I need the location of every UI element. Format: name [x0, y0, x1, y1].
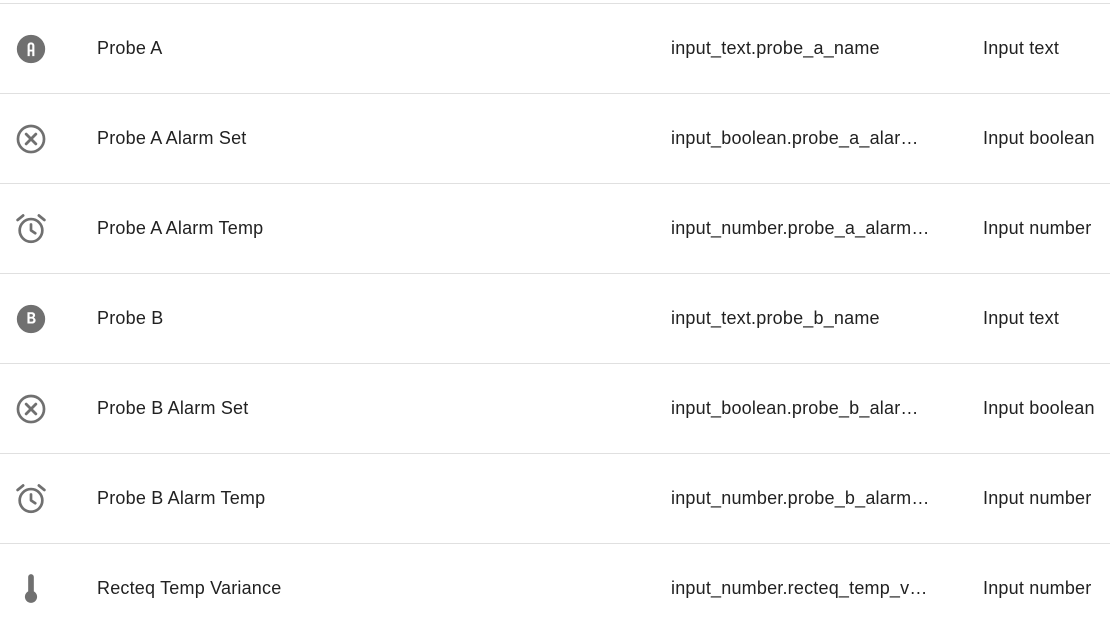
- table-row[interactable]: Probe A Alarm Set input_boolean.probe_a_…: [0, 93, 1110, 183]
- close-circle-outline-icon: [14, 94, 48, 183]
- table-row[interactable]: Probe B Alarm Temp input_number.probe_b_…: [0, 453, 1110, 543]
- entity-id: input_number.probe_a_alarm…: [671, 218, 930, 238]
- entity-domain: Input number: [983, 218, 1092, 238]
- table-row[interactable]: Probe A input_text.probe_a_name Input te…: [0, 3, 1110, 93]
- entity-domain: Input boolean: [983, 398, 1095, 418]
- entity-id: input_number.probe_b_alarm…: [671, 488, 930, 508]
- entity-name: Probe B Alarm Temp: [97, 488, 266, 508]
- thermometer-icon: [14, 544, 48, 619]
- entity-id: input_text.probe_b_name: [671, 308, 880, 328]
- entity-name: Probe A: [97, 38, 163, 58]
- entity-name: Probe B: [97, 308, 164, 328]
- entity-id: input_number.recteq_temp_v…: [671, 578, 928, 598]
- entity-domain: Input text: [983, 38, 1060, 58]
- entity-domain: Input number: [983, 578, 1092, 598]
- entity-name: Recteq Temp Variance: [97, 578, 282, 598]
- entity-domain: Input number: [983, 488, 1092, 508]
- alpha-b-circle-icon: [14, 274, 48, 363]
- entity-id: input_text.probe_a_name: [671, 38, 880, 58]
- table-row[interactable]: Recteq Temp Variance input_number.recteq…: [0, 543, 1110, 619]
- entity-name: Probe A Alarm Set: [97, 128, 247, 148]
- entity-id: input_boolean.probe_a_alarm…: [671, 128, 933, 148]
- entity-name: Probe B Alarm Set: [97, 398, 249, 418]
- alarm-icon: [14, 184, 48, 273]
- entity-domain: Input text: [983, 308, 1060, 328]
- helpers-table: Probe A input_text.probe_a_name Input te…: [0, 0, 1110, 619]
- entity-name: Probe A Alarm Temp: [97, 218, 264, 238]
- entity-domain: Input boolean: [983, 128, 1095, 148]
- table-row[interactable]: Probe B Alarm Set input_boolean.probe_b_…: [0, 363, 1110, 453]
- entity-id: input_boolean.probe_b_alarm…: [671, 398, 933, 418]
- alpha-a-circle-icon: [14, 4, 48, 93]
- alarm-icon: [14, 454, 48, 543]
- close-circle-outline-icon: [14, 364, 48, 453]
- table-row[interactable]: Probe A Alarm Temp input_number.probe_a_…: [0, 183, 1110, 273]
- table-row[interactable]: Probe B input_text.probe_b_name Input te…: [0, 273, 1110, 363]
